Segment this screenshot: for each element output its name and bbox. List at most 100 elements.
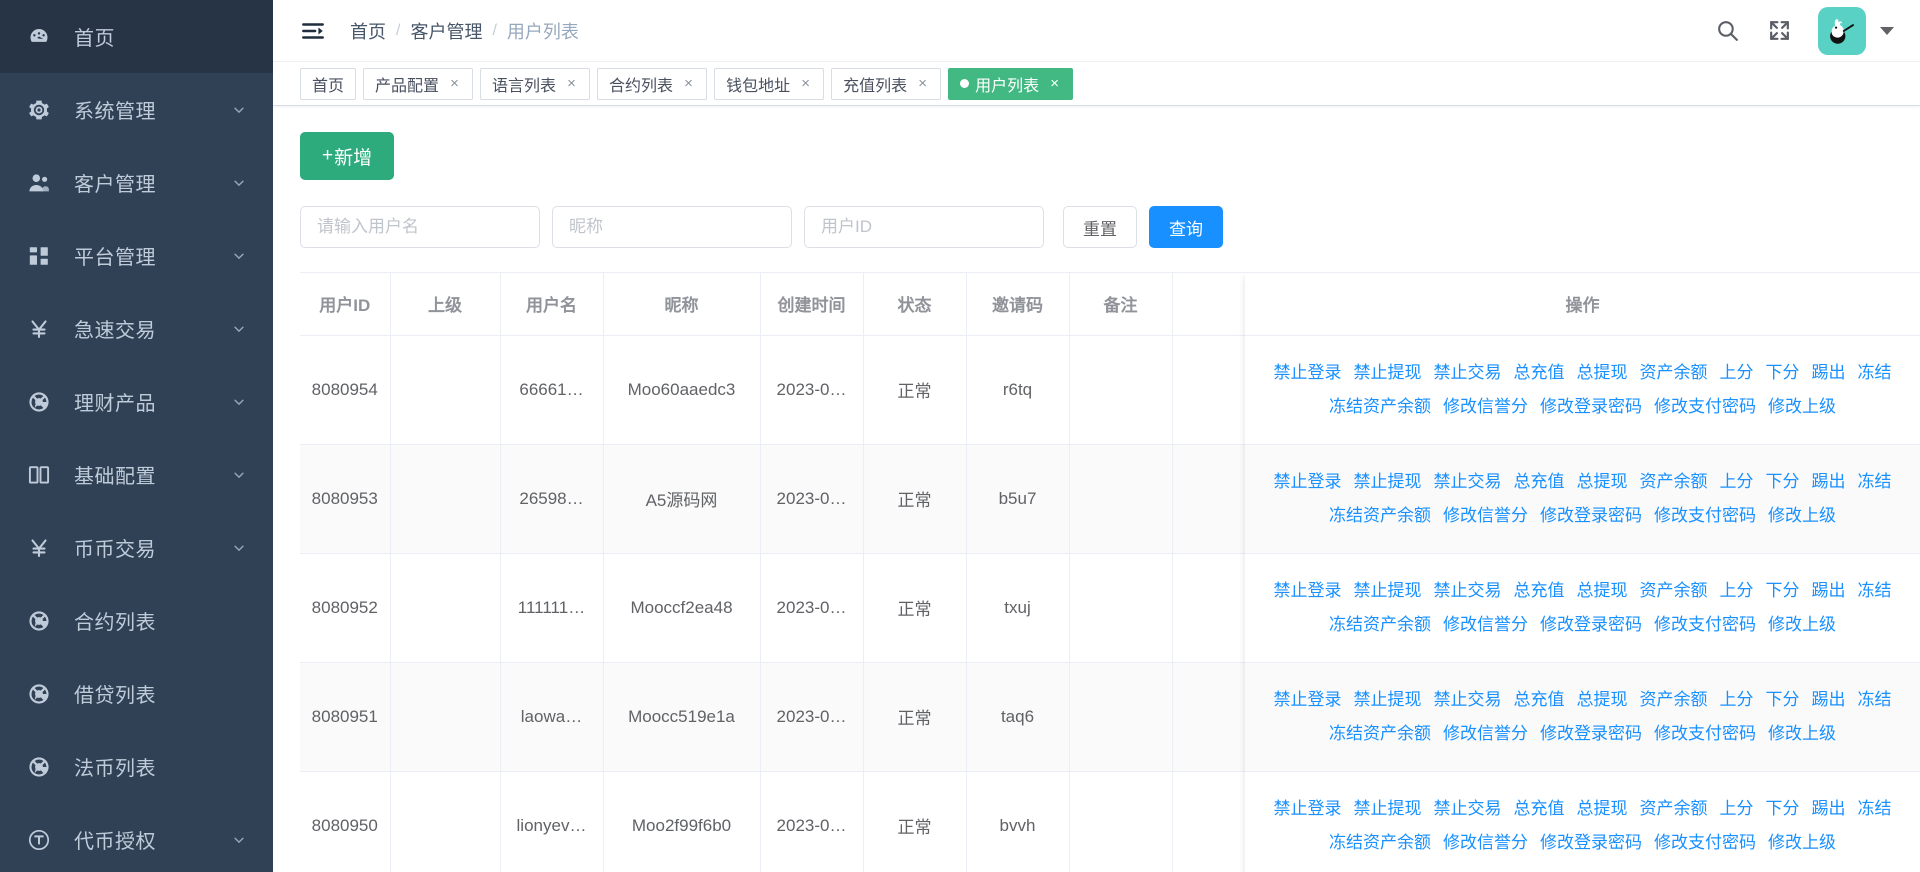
op-link-修改信誉分[interactable]: 修改信誉分 [1443, 724, 1528, 743]
op-link-修改信誉分[interactable]: 修改信誉分 [1443, 615, 1528, 634]
op-link-踢出[interactable]: 踢出 [1812, 690, 1846, 709]
op-link-冻结资产余额[interactable]: 冻结资产余额 [1329, 724, 1431, 743]
search-userid-input[interactable] [804, 206, 1044, 248]
sidebar-item-11[interactable]: 代币授权 [0, 803, 273, 872]
tag-close-icon[interactable]: × [1048, 76, 1061, 91]
op-link-修改支付密码[interactable]: 修改支付密码 [1654, 506, 1756, 525]
op-link-禁止提现[interactable]: 禁止提现 [1354, 472, 1422, 491]
tag-item-0[interactable]: 首页 [300, 68, 356, 100]
op-link-冻结资产余额[interactable]: 冻结资产余额 [1329, 397, 1431, 416]
op-link-上分[interactable]: 上分 [1720, 581, 1754, 600]
op-link-禁止登录[interactable]: 禁止登录 [1274, 690, 1342, 709]
op-link-修改信誉分[interactable]: 修改信誉分 [1443, 506, 1528, 525]
tag-close-icon[interactable]: × [448, 76, 461, 91]
op-link-冻结[interactable]: 冻结 [1858, 799, 1892, 818]
sidebar-item-3[interactable]: 平台管理 [0, 219, 273, 292]
op-link-修改支付密码[interactable]: 修改支付密码 [1654, 397, 1756, 416]
search-nickname-input[interactable] [552, 206, 792, 248]
tag-item-6[interactable]: 用户列表× [948, 68, 1073, 100]
sidebar-item-5[interactable]: 理财产品 [0, 365, 273, 438]
op-link-修改上级[interactable]: 修改上级 [1768, 506, 1836, 525]
sidebar-item-9[interactable]: 借贷列表 [0, 657, 273, 730]
op-link-修改登录密码[interactable]: 修改登录密码 [1540, 833, 1642, 852]
reset-button[interactable]: 重置 [1063, 206, 1137, 248]
op-link-总充值[interactable]: 总充值 [1514, 472, 1565, 491]
tag-item-1[interactable]: 产品配置× [363, 68, 473, 100]
op-link-上分[interactable]: 上分 [1720, 690, 1754, 709]
tag-item-3[interactable]: 合约列表× [597, 68, 707, 100]
op-link-禁止交易[interactable]: 禁止交易 [1434, 472, 1502, 491]
op-link-修改登录密码[interactable]: 修改登录密码 [1540, 397, 1642, 416]
op-link-禁止交易[interactable]: 禁止交易 [1434, 799, 1502, 818]
op-link-总提现[interactable]: 总提现 [1577, 363, 1628, 382]
breadcrumb-item-1[interactable]: 客户管理 [410, 18, 482, 44]
op-link-禁止登录[interactable]: 禁止登录 [1274, 581, 1342, 600]
op-link-资产余额[interactable]: 资产余额 [1640, 799, 1708, 818]
op-link-总充值[interactable]: 总充值 [1514, 581, 1565, 600]
op-link-修改上级[interactable]: 修改上级 [1768, 397, 1836, 416]
op-link-下分[interactable]: 下分 [1766, 799, 1800, 818]
op-link-上分[interactable]: 上分 [1720, 363, 1754, 382]
op-link-资产余额[interactable]: 资产余额 [1640, 472, 1708, 491]
op-link-上分[interactable]: 上分 [1720, 799, 1754, 818]
tag-close-icon[interactable]: × [565, 76, 578, 91]
add-button[interactable]: +新增 [300, 132, 394, 180]
op-link-冻结[interactable]: 冻结 [1858, 690, 1892, 709]
op-link-冻结资产余额[interactable]: 冻结资产余额 [1329, 506, 1431, 525]
op-link-下分[interactable]: 下分 [1766, 690, 1800, 709]
op-link-冻结[interactable]: 冻结 [1858, 581, 1892, 600]
op-link-修改支付密码[interactable]: 修改支付密码 [1654, 724, 1756, 743]
op-link-修改支付密码[interactable]: 修改支付密码 [1654, 615, 1756, 634]
op-link-修改登录密码[interactable]: 修改登录密码 [1540, 615, 1642, 634]
op-link-禁止登录[interactable]: 禁止登录 [1274, 363, 1342, 382]
op-link-修改上级[interactable]: 修改上级 [1768, 724, 1836, 743]
op-link-修改上级[interactable]: 修改上级 [1768, 615, 1836, 634]
op-link-禁止交易[interactable]: 禁止交易 [1434, 363, 1502, 382]
sidebar-item-1[interactable]: 系统管理 [0, 73, 273, 146]
op-link-禁止交易[interactable]: 禁止交易 [1434, 690, 1502, 709]
fullscreen-icon[interactable] [1766, 18, 1792, 44]
user-menu[interactable] [1818, 7, 1894, 55]
op-link-禁止提现[interactable]: 禁止提现 [1354, 799, 1422, 818]
tag-close-icon[interactable]: × [682, 76, 695, 91]
sidebar-item-8[interactable]: 合约列表 [0, 584, 273, 657]
op-link-踢出[interactable]: 踢出 [1812, 581, 1846, 600]
op-link-资产余额[interactable]: 资产余额 [1640, 690, 1708, 709]
op-link-修改信誉分[interactable]: 修改信誉分 [1443, 833, 1528, 852]
caret-down-icon[interactable] [1880, 27, 1894, 35]
sidebar-item-7[interactable]: 币币交易 [0, 511, 273, 584]
op-link-下分[interactable]: 下分 [1766, 363, 1800, 382]
sidebar-item-2[interactable]: 客户管理 [0, 146, 273, 219]
tag-close-icon[interactable]: × [799, 76, 812, 91]
menu-fold-icon[interactable] [300, 18, 326, 44]
search-username-input[interactable] [300, 206, 540, 248]
tag-item-2[interactable]: 语言列表× [480, 68, 590, 100]
sidebar-item-0[interactable]: 首页 [0, 0, 273, 73]
op-link-冻结[interactable]: 冻结 [1858, 472, 1892, 491]
op-link-禁止提现[interactable]: 禁止提现 [1354, 581, 1422, 600]
op-link-修改信誉分[interactable]: 修改信誉分 [1443, 397, 1528, 416]
search-icon[interactable] [1714, 18, 1740, 44]
sidebar-item-6[interactable]: 基础配置 [0, 438, 273, 511]
tag-close-icon[interactable]: × [916, 76, 929, 91]
op-link-总提现[interactable]: 总提现 [1577, 690, 1628, 709]
op-link-修改登录密码[interactable]: 修改登录密码 [1540, 724, 1642, 743]
tag-item-5[interactable]: 充值列表× [831, 68, 941, 100]
op-link-总充值[interactable]: 总充值 [1514, 690, 1565, 709]
op-link-资产余额[interactable]: 资产余额 [1640, 363, 1708, 382]
op-link-修改登录密码[interactable]: 修改登录密码 [1540, 506, 1642, 525]
op-link-总提现[interactable]: 总提现 [1577, 799, 1628, 818]
op-link-总充值[interactable]: 总充值 [1514, 363, 1565, 382]
tag-item-4[interactable]: 钱包地址× [714, 68, 824, 100]
op-link-禁止提现[interactable]: 禁止提现 [1354, 690, 1422, 709]
breadcrumb-item-0[interactable]: 首页 [350, 18, 386, 44]
op-link-禁止交易[interactable]: 禁止交易 [1434, 581, 1502, 600]
op-link-下分[interactable]: 下分 [1766, 472, 1800, 491]
op-link-修改上级[interactable]: 修改上级 [1768, 833, 1836, 852]
op-link-总提现[interactable]: 总提现 [1577, 581, 1628, 600]
op-link-踢出[interactable]: 踢出 [1812, 799, 1846, 818]
op-link-冻结[interactable]: 冻结 [1858, 363, 1892, 382]
op-link-资产余额[interactable]: 资产余额 [1640, 581, 1708, 600]
sidebar-item-4[interactable]: 急速交易 [0, 292, 273, 365]
op-link-总提现[interactable]: 总提现 [1577, 472, 1628, 491]
